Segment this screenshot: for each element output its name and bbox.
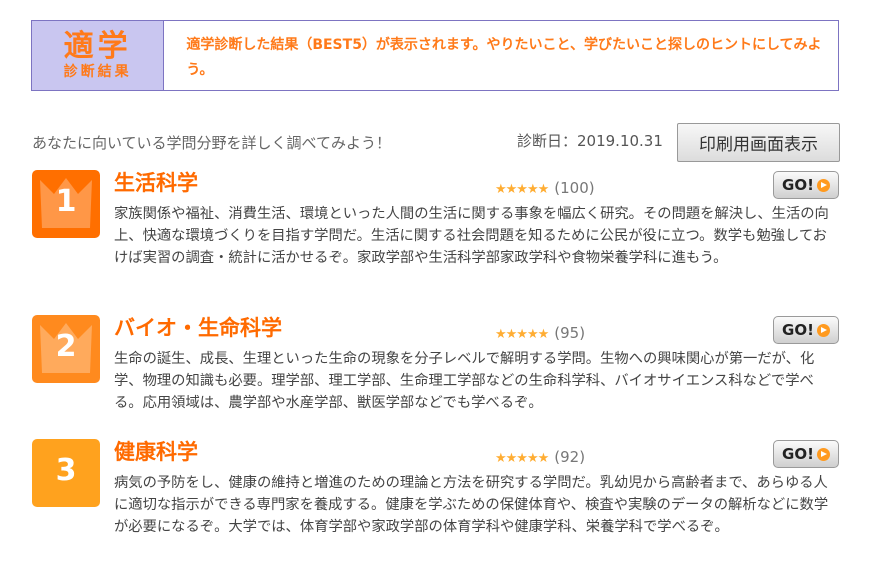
rating-count: (95) bbox=[554, 324, 586, 342]
field-title[interactable]: バイオ・生命科学 bbox=[114, 312, 282, 342]
rating-count: (100) bbox=[554, 179, 595, 197]
star-rating-icon: ★★★★★ bbox=[495, 182, 549, 197]
rating-count: (92) bbox=[554, 448, 586, 466]
rating: ★★★★★ (95) bbox=[495, 324, 585, 342]
field-description: 病気の予防をし、健康の維持と増進のための理論と方法を研究する学問だ。乳幼児から高… bbox=[114, 475, 829, 535]
arrow-right-icon bbox=[816, 178, 830, 192]
rank-badge: 2 bbox=[32, 315, 100, 383]
rank-badge: 1 bbox=[32, 170, 100, 238]
go-button[interactable]: GO! bbox=[773, 440, 839, 468]
rank-number: 1 bbox=[55, 184, 77, 219]
intro-text: あなたに向いている学問分野を詳しく調べてみよう！ bbox=[32, 134, 391, 152]
diagnosis-date: 診断日：2019.10.31 bbox=[517, 132, 663, 150]
go-button[interactable]: GO! bbox=[773, 171, 839, 199]
tekigaku-badge: 適学 診断結果 bbox=[32, 21, 165, 90]
rank-badge: 3 bbox=[32, 439, 100, 507]
star-rating-icon: ★★★★★ bbox=[495, 327, 549, 342]
rank-number: 3 bbox=[55, 453, 77, 488]
field-title[interactable]: 健康科学 bbox=[114, 436, 198, 466]
badge-title: 適学 bbox=[63, 28, 132, 64]
go-label: GO! bbox=[782, 321, 814, 339]
rating: ★★★★★ (100) bbox=[495, 179, 595, 197]
rating: ★★★★★ (92) bbox=[495, 448, 585, 466]
field-description: 生命の誕生、成長、生理といった生命の現象を分子レベルで解明する学問。生物への興味… bbox=[114, 351, 815, 411]
star-rating-icon: ★★★★★ bbox=[495, 451, 549, 466]
go-label: GO! bbox=[782, 176, 814, 194]
result-banner: 適学 診断結果 適学診断した結果（BEST5）が表示されます。やりたいこと、学び… bbox=[31, 20, 839, 91]
arrow-right-icon bbox=[816, 323, 830, 337]
go-label: GO! bbox=[782, 445, 814, 463]
rank-number: 2 bbox=[55, 329, 77, 364]
arrow-right-icon bbox=[816, 447, 830, 461]
field-title[interactable]: 生活科学 bbox=[114, 167, 198, 197]
banner-message: 適学診断した結果（BEST5）が表示されます。やりたいこと、学びたいこと探しのヒ… bbox=[186, 37, 822, 78]
badge-subtitle: 診断結果 bbox=[63, 63, 132, 80]
go-button[interactable]: GO! bbox=[773, 316, 839, 344]
field-description: 家族関係や福祉、消費生活、環境といった人間の生活に関する事象を幅広く研究。その問… bbox=[114, 206, 829, 266]
print-view-button[interactable]: 印刷用画面表示 bbox=[677, 123, 840, 162]
